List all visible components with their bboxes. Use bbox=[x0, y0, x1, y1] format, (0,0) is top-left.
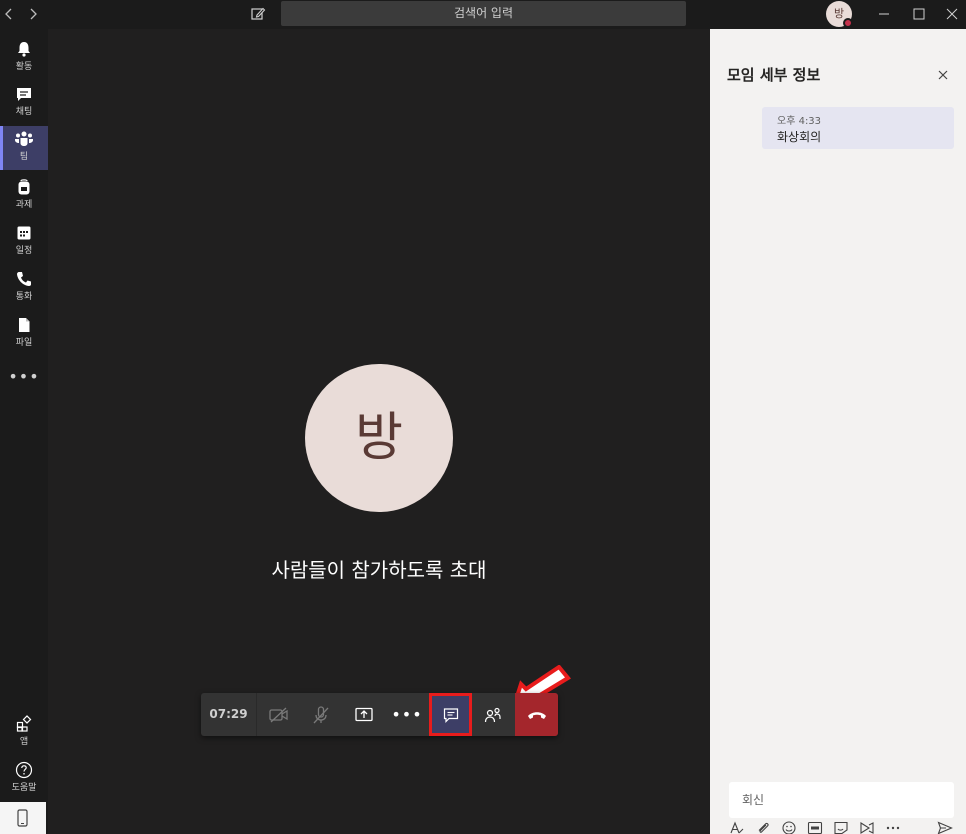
call-timer: 07:29 bbox=[201, 693, 257, 736]
rail-item-label: 통화 bbox=[15, 292, 33, 302]
message-timestamp: 오후 4:33 bbox=[777, 116, 822, 127]
forward-button[interactable] bbox=[24, 5, 42, 23]
maximize-button[interactable] bbox=[908, 4, 930, 24]
close-panel-button[interactable] bbox=[936, 67, 950, 81]
rail-item-label: 파일 bbox=[15, 338, 33, 348]
meeting-details-panel: 모임 세부 정보 오후 4:33 화상회의 회신 bbox=[710, 29, 966, 834]
gif-icon bbox=[807, 821, 823, 834]
show-conversation-button[interactable] bbox=[429, 693, 472, 736]
rail-item-calendar[interactable]: 일정 bbox=[0, 220, 48, 264]
rail-item-teams[interactable]: 팀 bbox=[0, 126, 48, 170]
participants-icon bbox=[484, 707, 501, 722]
close-window-button[interactable] bbox=[941, 4, 963, 24]
compose-toolbar bbox=[729, 821, 966, 834]
participant-avatar: 방 bbox=[305, 364, 453, 512]
profile-avatar[interactable]: 방 bbox=[826, 1, 853, 28]
more-actions-button[interactable]: ••• bbox=[386, 693, 428, 736]
phone-icon bbox=[17, 272, 31, 286]
meet-now-button[interactable] bbox=[859, 821, 875, 834]
download-mobile-button[interactable] bbox=[0, 802, 46, 834]
title-bar: 검색어 입력 방 bbox=[0, 0, 966, 29]
compose-icon bbox=[251, 7, 266, 20]
paperclip-icon bbox=[758, 822, 769, 833]
rail-item-label: 도움말 bbox=[11, 783, 37, 793]
status-dot bbox=[843, 18, 853, 28]
rail-item-label: 활동 bbox=[15, 62, 33, 72]
more-icon bbox=[886, 826, 900, 830]
bell-icon bbox=[18, 42, 30, 57]
meeting-stage: 방 사람들이 참가하도록 초대 07:29 ••• bbox=[48, 29, 710, 834]
camera-toggle-button[interactable] bbox=[258, 693, 300, 736]
emoji-button[interactable] bbox=[781, 821, 797, 834]
rail-item-activity[interactable]: 활동 bbox=[0, 36, 48, 80]
send-button[interactable] bbox=[937, 821, 953, 834]
sticker-icon bbox=[834, 821, 848, 834]
hang-up-icon bbox=[527, 711, 546, 719]
meet-icon bbox=[860, 822, 874, 834]
conversation-icon bbox=[443, 707, 458, 723]
rail-item-label: 앱 bbox=[19, 737, 29, 747]
call-controls-bar: 07:29 ••• bbox=[201, 693, 558, 736]
invite-message: 사람들이 참가하도록 초대 bbox=[271, 558, 487, 582]
backpack-icon bbox=[18, 179, 30, 195]
panel-title: 모임 세부 정보 bbox=[727, 66, 821, 84]
mic-toggle-button[interactable] bbox=[300, 693, 342, 736]
rail-item-calls[interactable]: 통화 bbox=[0, 266, 48, 310]
sticker-button[interactable] bbox=[833, 821, 849, 834]
close-icon bbox=[946, 8, 958, 20]
minimize-button[interactable] bbox=[873, 4, 895, 24]
rail-item-chat[interactable]: 채팅 bbox=[0, 81, 48, 125]
new-chat-button[interactable] bbox=[249, 5, 267, 23]
rail-item-assignments[interactable]: 과제 bbox=[0, 174, 48, 218]
rail-item-label: 과제 bbox=[15, 200, 33, 210]
more-apps-button[interactable]: ••• bbox=[0, 367, 48, 386]
rail-item-label: 일정 bbox=[15, 246, 33, 256]
app-rail: 활동 채팅 팀 과제 일정 통화 파일 ••• 앱 도움말 bbox=[0, 29, 48, 834]
chevron-left-icon bbox=[5, 8, 12, 20]
camera-off-icon bbox=[269, 707, 288, 722]
mic-off-icon bbox=[313, 705, 329, 723]
attach-button[interactable] bbox=[755, 821, 771, 834]
avatar-initial: 방 bbox=[833, 7, 845, 20]
more-options-button[interactable] bbox=[885, 821, 901, 834]
calendar-icon bbox=[17, 226, 31, 240]
help-icon bbox=[15, 761, 33, 779]
chevron-right-icon bbox=[30, 8, 37, 20]
hang-up-button[interactable] bbox=[515, 693, 558, 736]
rail-item-help[interactable]: 도움말 bbox=[0, 757, 48, 801]
format-icon bbox=[730, 821, 744, 834]
close-icon bbox=[938, 70, 948, 80]
format-button[interactable] bbox=[729, 821, 745, 834]
message-bubble: 오후 4:33 화상회의 bbox=[762, 107, 954, 149]
minimize-icon bbox=[879, 13, 889, 15]
message-text: 화상회의 bbox=[777, 130, 822, 144]
rail-item-label: 팀 bbox=[19, 152, 29, 162]
reply-input[interactable]: 회신 bbox=[729, 782, 954, 818]
mobile-phone-icon bbox=[17, 809, 28, 827]
apps-icon bbox=[16, 715, 32, 732]
chat-icon bbox=[17, 88, 31, 101]
maximize-icon bbox=[913, 8, 925, 20]
back-button[interactable] bbox=[0, 5, 18, 23]
gif-button[interactable] bbox=[807, 821, 823, 834]
search-input[interactable]: 검색어 입력 bbox=[281, 1, 686, 26]
rail-item-files[interactable]: 파일 bbox=[0, 312, 48, 356]
show-participants-button[interactable] bbox=[472, 693, 514, 736]
share-screen-button[interactable] bbox=[343, 693, 385, 736]
rail-item-label: 채팅 bbox=[15, 107, 33, 117]
emoji-icon bbox=[782, 821, 796, 834]
send-icon bbox=[937, 821, 953, 834]
file-icon bbox=[19, 318, 30, 332]
teams-icon bbox=[15, 131, 33, 146]
share-screen-icon bbox=[355, 707, 373, 721]
rail-item-apps[interactable]: 앱 bbox=[0, 711, 48, 755]
